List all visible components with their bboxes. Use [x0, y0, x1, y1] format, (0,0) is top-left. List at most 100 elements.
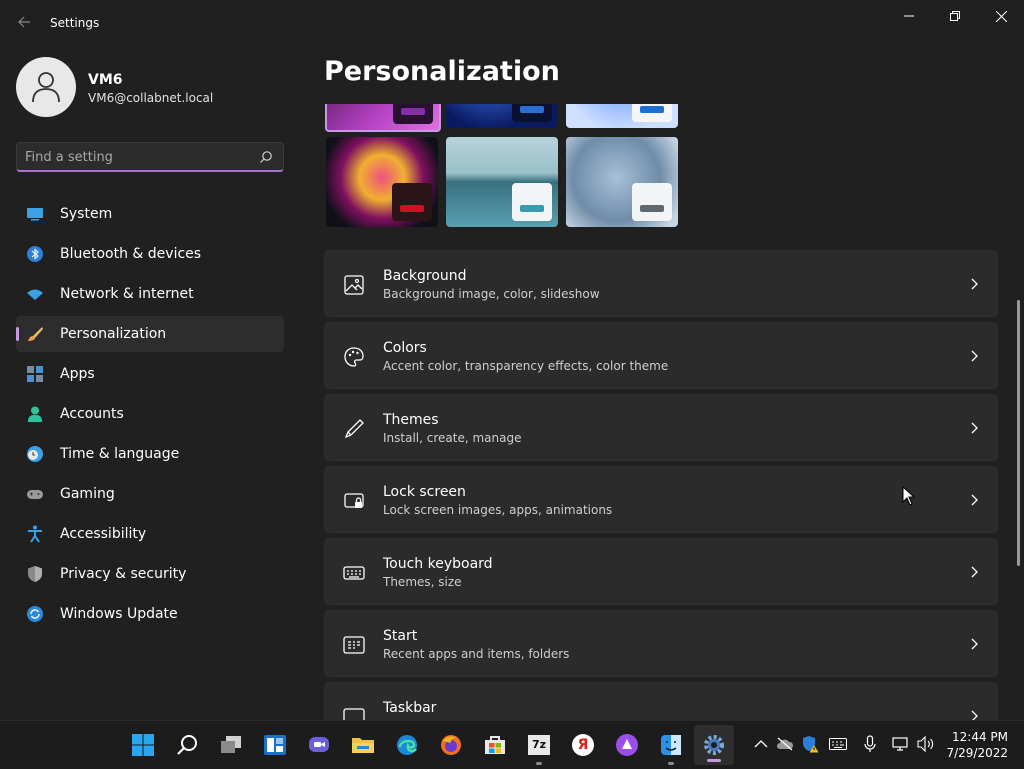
- setting-taskbar[interactable]: Taskbar: [324, 682, 998, 720]
- sidebar-item-accounts[interactable]: Accounts: [16, 396, 284, 432]
- setting-title: Background: [383, 268, 467, 284]
- sidebar-item-time-language[interactable]: Time & language: [16, 436, 284, 472]
- setting-touch-keyboard[interactable]: Touch keyboard Themes, size: [324, 538, 998, 605]
- widgets-button[interactable]: [261, 731, 289, 759]
- keyboard-tray[interactable]: [829, 735, 847, 753]
- finder-button[interactable]: [657, 731, 685, 765]
- accessibility-icon: [28, 525, 42, 543]
- shield-icon: [28, 566, 42, 582]
- chevron-right-icon: [971, 566, 978, 578]
- file-explorer-icon: [352, 738, 374, 753]
- close-button[interactable]: [978, 0, 1024, 32]
- clock-time: 12:44 PM: [952, 730, 1008, 744]
- theme-tile[interactable]: [326, 137, 438, 227]
- minimize-button[interactable]: [886, 0, 932, 32]
- search-icon[interactable]: [259, 150, 273, 164]
- sidebar-item-label: Privacy & security: [60, 566, 187, 582]
- setting-start[interactable]: Start Recent apps and items, folders: [324, 610, 998, 677]
- sidebar-item-label: Bluetooth & devices: [60, 246, 202, 262]
- chevron-right-icon: [971, 278, 978, 290]
- onedrive-tray[interactable]: [776, 735, 794, 753]
- start-button[interactable]: [129, 731, 157, 759]
- 7zip-icon: 7z: [528, 735, 550, 755]
- setting-subtitle: Background image, color, slideshow: [383, 287, 600, 301]
- volume-icon: [917, 736, 934, 752]
- setting-background[interactable]: Background Background image, color, slid…: [324, 250, 998, 317]
- clock-globe-icon: [27, 446, 43, 462]
- setting-themes[interactable]: Themes Install, create, manage: [324, 394, 998, 461]
- setting-title: Lock screen: [383, 484, 466, 500]
- keyboard-icon: [829, 738, 847, 750]
- sidebar-item-personalization[interactable]: Personalization: [16, 316, 284, 352]
- sidebar-item-label: System: [60, 206, 113, 222]
- lock-screen-icon: [344, 493, 364, 508]
- yandex-button[interactable]: Я: [569, 731, 597, 759]
- store-button[interactable]: [481, 731, 509, 759]
- settings-button[interactable]: [694, 725, 734, 765]
- scrollbar-thumb[interactable]: [1017, 300, 1020, 566]
- task-view-button[interactable]: [217, 731, 245, 759]
- volume-tray[interactable]: [917, 735, 935, 753]
- theme-preview-chip: [393, 104, 433, 124]
- update-icon: [27, 606, 43, 622]
- chevron-right-icon: [971, 494, 978, 506]
- sidebar-item-label: Network & internet: [60, 286, 194, 302]
- sidebar-item-accessibility[interactable]: Accessibility: [16, 516, 284, 552]
- theme-tile[interactable]: [566, 104, 678, 128]
- cloud-offline-icon: [777, 737, 794, 751]
- person-icon: [32, 72, 60, 103]
- setting-colors[interactable]: Colors Accent color, transparency effect…: [324, 322, 998, 389]
- search-input[interactable]: [25, 148, 245, 166]
- keyboard-icon: [343, 566, 365, 580]
- settings-content: Background Background image, color, slid…: [324, 104, 1014, 720]
- theme-gallery: [324, 104, 684, 228]
- sidebar-item-privacy[interactable]: Privacy & security: [16, 556, 284, 592]
- user-email: VM6@collabnet.local: [88, 91, 214, 105]
- network-icon: [892, 737, 908, 751]
- theme-tile[interactable]: [566, 137, 678, 227]
- theme-tile[interactable]: [325, 104, 441, 132]
- firefox-icon: [441, 735, 461, 755]
- running-indicator: [536, 762, 542, 765]
- firefox-button[interactable]: [437, 731, 465, 759]
- search-button[interactable]: [173, 731, 201, 759]
- security-tray[interactable]: [801, 735, 819, 753]
- task-view-icon: [221, 736, 241, 753]
- search-icon: [177, 735, 197, 755]
- theme-preview-chip: [512, 104, 552, 122]
- sidebar-item-bluetooth[interactable]: Bluetooth & devices: [16, 236, 284, 272]
- bluetooth-icon: [27, 246, 43, 262]
- sidebar-item-network[interactable]: Network & internet: [16, 276, 284, 312]
- sidebar-item-apps[interactable]: Apps: [16, 356, 284, 392]
- search-box[interactable]: [16, 142, 284, 172]
- sidebar-item-label: Time & language: [60, 446, 180, 462]
- 7zip-button[interactable]: 7z: [525, 731, 553, 765]
- restore-button[interactable]: [932, 0, 978, 32]
- alice-icon: [616, 734, 638, 756]
- avatar[interactable]: [16, 57, 76, 117]
- theme-tile[interactable]: [446, 137, 558, 227]
- sidebar-item-windows-update[interactable]: Windows Update: [16, 596, 284, 632]
- clock[interactable]: 12:44 PM 7/29/2022: [944, 729, 1008, 761]
- setting-subtitle: Recent apps and items, folders: [383, 647, 570, 661]
- chat-button[interactable]: [305, 731, 333, 759]
- show-hidden-icons-button[interactable]: [752, 735, 770, 753]
- alice-button[interactable]: [613, 731, 641, 759]
- setting-title: Themes: [383, 412, 439, 428]
- sidebar-item-gaming[interactable]: Gaming: [16, 476, 284, 512]
- start-icon: [343, 636, 365, 654]
- gamepad-icon: [27, 490, 43, 499]
- theme-tile[interactable]: [446, 104, 558, 128]
- title-bar: Settings: [0, 0, 1024, 48]
- clock-date: 7/29/2022: [946, 746, 1008, 760]
- setting-lock-screen[interactable]: Lock screen Lock screen images, apps, an…: [324, 466, 998, 533]
- chevron-right-icon: [971, 638, 978, 650]
- back-arrow-icon[interactable]: [12, 12, 36, 36]
- microphone-tray[interactable]: [861, 735, 879, 753]
- edge-icon: [397, 735, 417, 755]
- edge-button[interactable]: [393, 731, 421, 759]
- network-tray[interactable]: [892, 735, 910, 753]
- sidebar-item-system[interactable]: System: [16, 196, 284, 232]
- setting-subtitle: Accent color, transparency effects, colo…: [383, 359, 669, 373]
- file-explorer-button[interactable]: [349, 731, 377, 759]
